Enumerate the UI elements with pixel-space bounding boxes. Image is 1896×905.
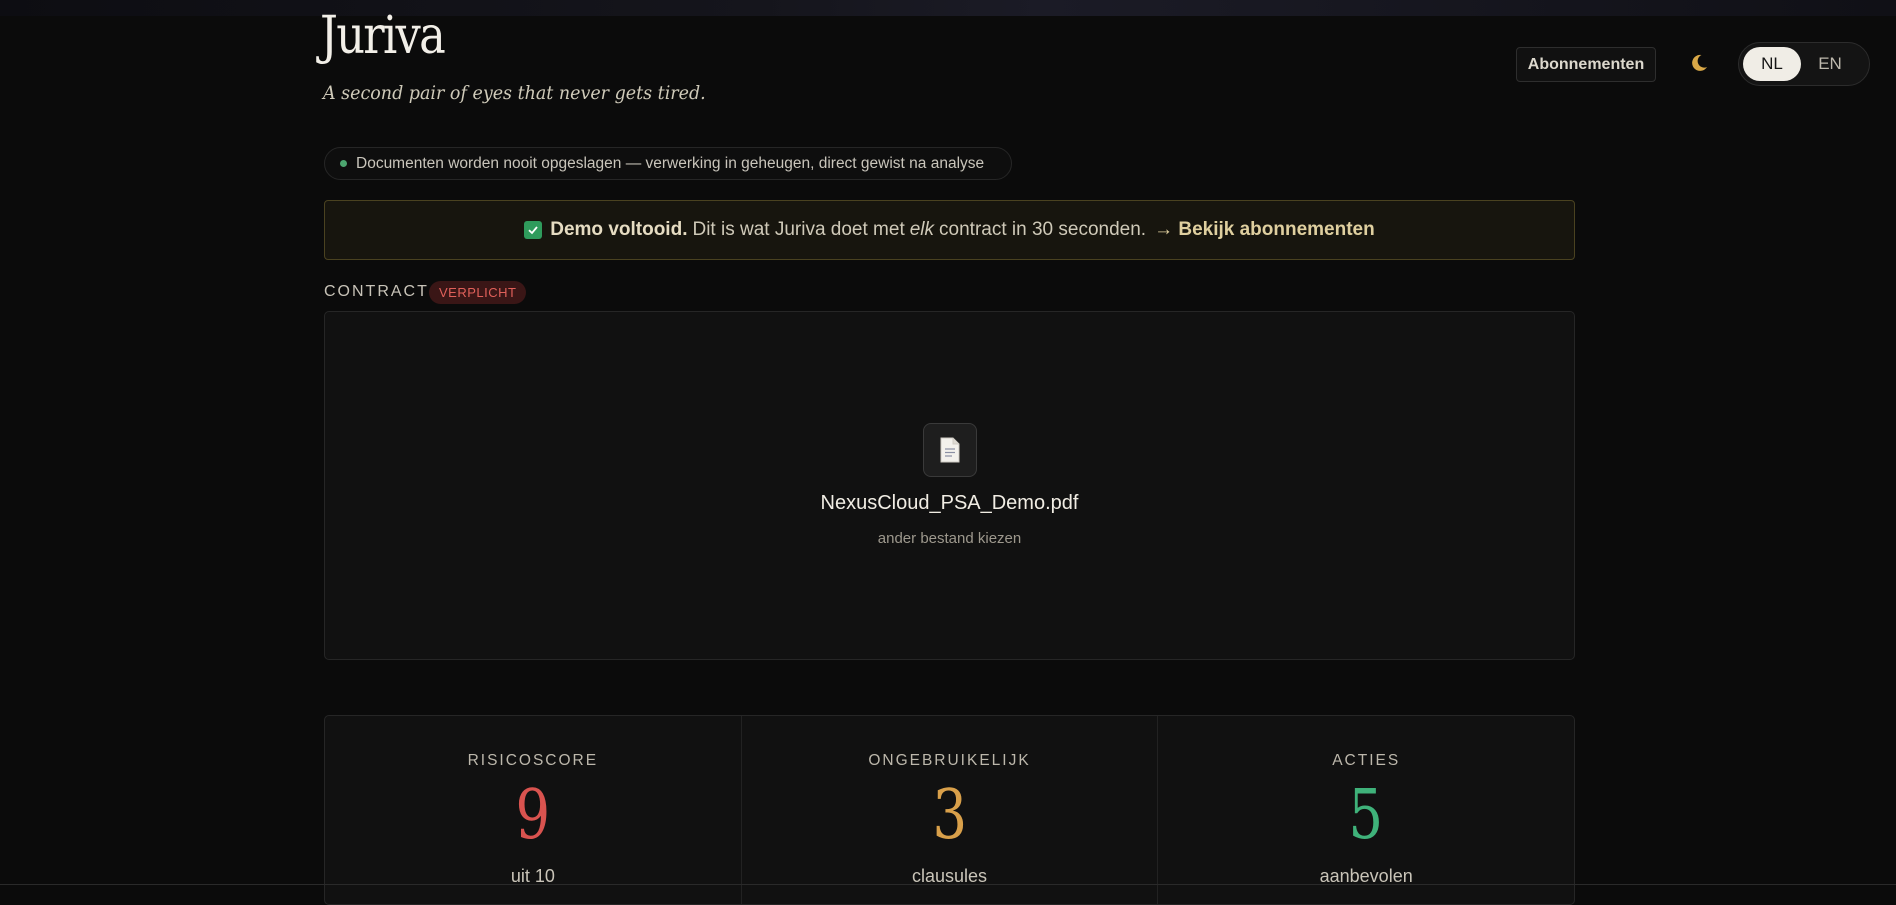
view-subscriptions-link[interactable]: → Bekijk abonnementen [1154,219,1375,241]
stat-value: 3 [932,776,967,855]
stat-label: ONGEBRUIKELIJK [868,752,1031,769]
analysis-stats-panel: RISICOSCORE 9 uit 10 ONGEBRUIKELIJK 3 cl… [324,715,1575,905]
moon-icon[interactable] [1688,52,1710,74]
brand-tagline: A second pair of eyes that never gets ti… [323,82,706,104]
brand-title: Juriva [320,6,446,66]
stat-risk-score: RISICOSCORE 9 uit 10 [325,716,742,904]
demo-banner-text-end: contract in 30 seconden. [939,219,1147,240]
document-icon [923,423,977,477]
selected-file-name: NexusCloud_PSA_Demo.pdf [820,492,1079,514]
language-option-nl[interactable]: NL [1743,47,1801,81]
stat-actions: ACTIES 5 aanbevolen [1158,716,1574,904]
stat-label: ACTIES [1332,752,1401,769]
stat-value: 9 [515,776,551,855]
language-option-en[interactable]: EN [1801,47,1859,81]
demo-banner-text: Dit is wat Juriva doet met [692,219,905,240]
stat-label: RISICOSCORE [467,752,599,769]
required-badge: VERPLICHT [429,281,527,304]
demo-banner-emphasis: elk [909,219,935,240]
language-toggle[interactable]: NL EN [1738,42,1870,86]
subscriptions-button[interactable]: Abonnementen [1516,47,1656,82]
stat-unusual-clauses: ONGEBRUIKELIJK 3 clausules [742,716,1159,904]
top-decoration-strip [0,0,1896,16]
status-dot-icon [340,160,347,167]
demo-banner-title: Demo voltooid. [550,219,688,240]
privacy-notice-text: Documenten worden nooit opgeslagen — ver… [356,154,985,172]
stat-value: 5 [1348,776,1384,855]
demo-complete-banner: Demo voltooid. Dit is wat Juriva doet me… [324,200,1575,260]
contract-dropzone[interactable]: NexusCloud_PSA_Demo.pdf ander bestand ki… [324,311,1575,660]
privacy-notice: Documenten worden nooit opgeslagen — ver… [324,147,1012,180]
bottom-divider [0,884,1896,885]
choose-other-file-link[interactable]: ander bestand kiezen [325,530,1574,547]
checkbox-check-icon [524,221,543,239]
contract-section-label: CONTRACT [324,283,429,300]
